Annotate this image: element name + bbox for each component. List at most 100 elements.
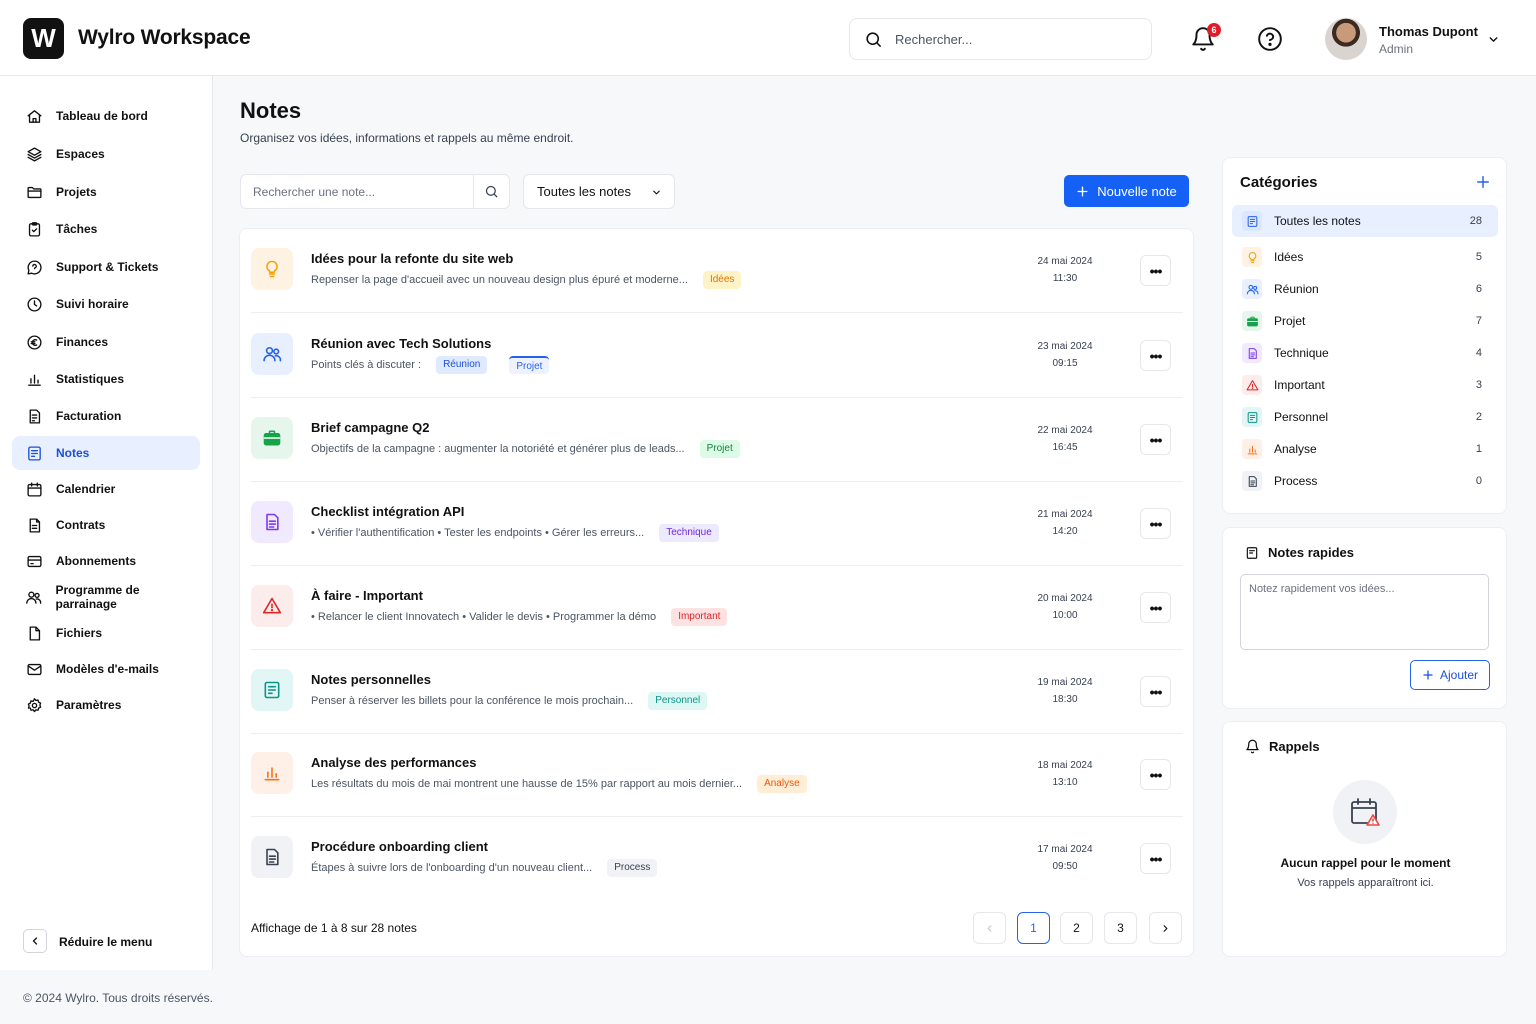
note-tag[interactable]: Analyse xyxy=(757,775,807,793)
sidebar-item-contrats[interactable]: Contrats xyxy=(12,508,200,542)
sidebar-item-fichiers[interactable]: Fichiers xyxy=(12,616,200,650)
sidebar-item-parametres[interactable]: Paramètres xyxy=(12,688,200,722)
note-title[interactable]: Checklist intégration API xyxy=(311,504,464,519)
note-more-button[interactable]: ••• xyxy=(1140,340,1171,371)
quick-note-input[interactable] xyxy=(1240,574,1489,650)
note-search[interactable] xyxy=(240,174,510,209)
chevron-down-icon[interactable] xyxy=(1487,33,1500,46)
categories-panel: Catégories Toutes les notes 28 Idées 5 Réuni… xyxy=(1222,157,1507,514)
collapse-menu-label[interactable]: Réduire le menu xyxy=(59,935,152,949)
note-more-button[interactable]: ••• xyxy=(1140,843,1171,874)
sidebar-item-modeles-d-e-mails[interactable]: Modèles d'e-mails xyxy=(12,652,200,686)
note-tag[interactable]: Personnel xyxy=(648,692,708,710)
note-excerpt: • Vérifier l'authentification • Tester l… xyxy=(311,524,719,542)
note-excerpt: • Relancer le client Innovatech • Valide… xyxy=(311,608,728,626)
pagination-page-3[interactable]: 3 xyxy=(1104,912,1137,944)
euro-icon xyxy=(25,333,43,351)
note-datetime: 24 mai 2024 11:30 xyxy=(1037,256,1093,284)
note-row[interactable]: Notes personnelles Penser à réserver les … xyxy=(240,650,1195,734)
category-count: 5 xyxy=(1475,251,1482,263)
note-title[interactable]: À faire - Important xyxy=(311,588,423,603)
pagination-next-button[interactable] xyxy=(1149,912,1182,944)
sidebar-item-espaces[interactable]: Espaces xyxy=(12,137,200,171)
note-tag[interactable]: Technique xyxy=(659,524,719,542)
note-row[interactable]: Checklist intégration API • Vérifier l'au… xyxy=(240,482,1195,566)
sidebar-item-projets[interactable]: Projets xyxy=(12,175,200,209)
notes-filter-select[interactable]: Toutes les notes xyxy=(523,174,675,209)
note-tag[interactable]: Important xyxy=(671,608,728,626)
chat-icon xyxy=(25,258,43,276)
category-item[interactable]: Personnel 2 xyxy=(1232,401,1498,433)
category-item[interactable]: Technique 4 xyxy=(1232,337,1498,369)
note-tag[interactable]: Idées xyxy=(702,271,742,289)
note-search-input[interactable] xyxy=(241,175,473,208)
note-search-button[interactable] xyxy=(473,175,509,208)
home-icon xyxy=(25,107,43,125)
pagination-page-1[interactable]: 1 xyxy=(1017,912,1050,944)
sidebar-item-calendrier[interactable]: Calendrier xyxy=(12,472,200,506)
pagination-prev-button[interactable] xyxy=(973,912,1006,944)
category-item[interactable]: Analyse 1 xyxy=(1232,433,1498,465)
category-count: 28 xyxy=(1469,215,1482,227)
note-title[interactable]: Analyse des performances xyxy=(311,755,476,770)
category-item[interactable]: Important 3 xyxy=(1232,369,1498,401)
note-title[interactable]: Idées pour la refonte du site web xyxy=(311,251,513,266)
note-title[interactable]: Réunion avec Tech Solutions xyxy=(311,336,491,351)
note-more-button[interactable]: ••• xyxy=(1140,508,1171,539)
add-category-icon[interactable] xyxy=(1476,175,1490,189)
note-row[interactable]: Brief campagne Q2 Objectifs de la campagn… xyxy=(240,398,1195,482)
sidebar-item-statistiques[interactable]: Statistiques xyxy=(12,362,200,396)
note-row[interactable]: Idées pour la refonte du site web Repense… xyxy=(240,229,1195,313)
calendar-alert-icon xyxy=(1351,798,1380,826)
collapse-menu-button[interactable] xyxy=(23,929,47,953)
note-row[interactable]: Réunion avec Tech Solutions Points clés à… xyxy=(240,314,1195,398)
user-avatar[interactable] xyxy=(1325,18,1367,60)
note-title[interactable]: Procédure onboarding client xyxy=(311,839,488,854)
pagination-page-2[interactable]: 2 xyxy=(1060,912,1093,944)
sidebar-item-label: Projets xyxy=(56,185,97,199)
sidebar-item-label: Facturation xyxy=(56,409,122,423)
note-tag[interactable]: Process xyxy=(607,859,658,877)
layers-icon xyxy=(25,145,43,163)
sidebar-item-support-tickets[interactable]: Support & Tickets xyxy=(12,250,200,284)
help-icon[interactable] xyxy=(1257,26,1283,52)
sidebar-item-tableau-de-bord[interactable]: Tableau de bord xyxy=(12,99,200,133)
note-more-button[interactable]: ••• xyxy=(1140,424,1171,455)
note-more-button[interactable]: ••• xyxy=(1140,676,1171,707)
global-search-input[interactable] xyxy=(895,31,1125,47)
note-datetime: 23 mai 2024 09:15 xyxy=(1037,341,1093,369)
category-item[interactable]: Toutes les notes 28 xyxy=(1232,205,1498,237)
note-row[interactable]: Procédure onboarding client Étapes à suiv… xyxy=(240,817,1195,901)
sidebar-item-suivi-horaire[interactable]: Suivi horaire xyxy=(12,287,200,321)
add-quick-note-button[interactable]: Ajouter xyxy=(1410,660,1490,690)
sidebar-item-abonnements[interactable]: Abonnements xyxy=(12,544,200,578)
note-more-button[interactable]: ••• xyxy=(1140,255,1171,286)
category-item[interactable]: Projet 7 xyxy=(1232,305,1498,337)
note-more-button[interactable]: ••• xyxy=(1140,759,1171,790)
sidebar-item-finances[interactable]: Finances xyxy=(12,325,200,359)
row-divider xyxy=(251,312,1183,313)
note-tag[interactable]: Projet xyxy=(699,440,740,458)
global-search[interactable] xyxy=(849,18,1152,60)
app-logo[interactable]: W xyxy=(23,18,64,59)
note-title[interactable]: Brief campagne Q2 xyxy=(311,420,430,435)
note-tag[interactable]: Réunion xyxy=(436,356,488,374)
note-tag[interactable]: Projet xyxy=(509,356,550,374)
notification-count-badge: 6 xyxy=(1207,23,1221,37)
category-item[interactable]: Process 0 xyxy=(1232,465,1498,497)
note-title[interactable]: Notes personnelles xyxy=(311,672,431,687)
note-row[interactable]: À faire - Important • Relancer le client … xyxy=(240,566,1195,650)
category-count: 3 xyxy=(1475,379,1482,391)
sidebar-item-notes[interactable]: Notes xyxy=(12,436,200,470)
new-note-button[interactable]: Nouvelle note xyxy=(1064,175,1189,207)
sidebar-item-label: Support & Tickets xyxy=(56,260,159,274)
sidebar-item-programme-de-parrainage[interactable]: Programme de parrainage xyxy=(12,580,200,614)
sidebar-item-facturation[interactable]: Facturation xyxy=(12,399,200,433)
note-row[interactable]: Analyse des performances Les résultats du… xyxy=(240,733,1195,817)
note-icon xyxy=(25,444,43,462)
sidebar-item-label: Programme de parrainage xyxy=(55,583,140,611)
note-more-button[interactable]: ••• xyxy=(1140,592,1171,623)
category-item[interactable]: Idées 5 xyxy=(1232,241,1498,273)
sidebar-item-taches[interactable]: Tâches xyxy=(12,212,200,246)
category-item[interactable]: Réunion 6 xyxy=(1232,273,1498,305)
